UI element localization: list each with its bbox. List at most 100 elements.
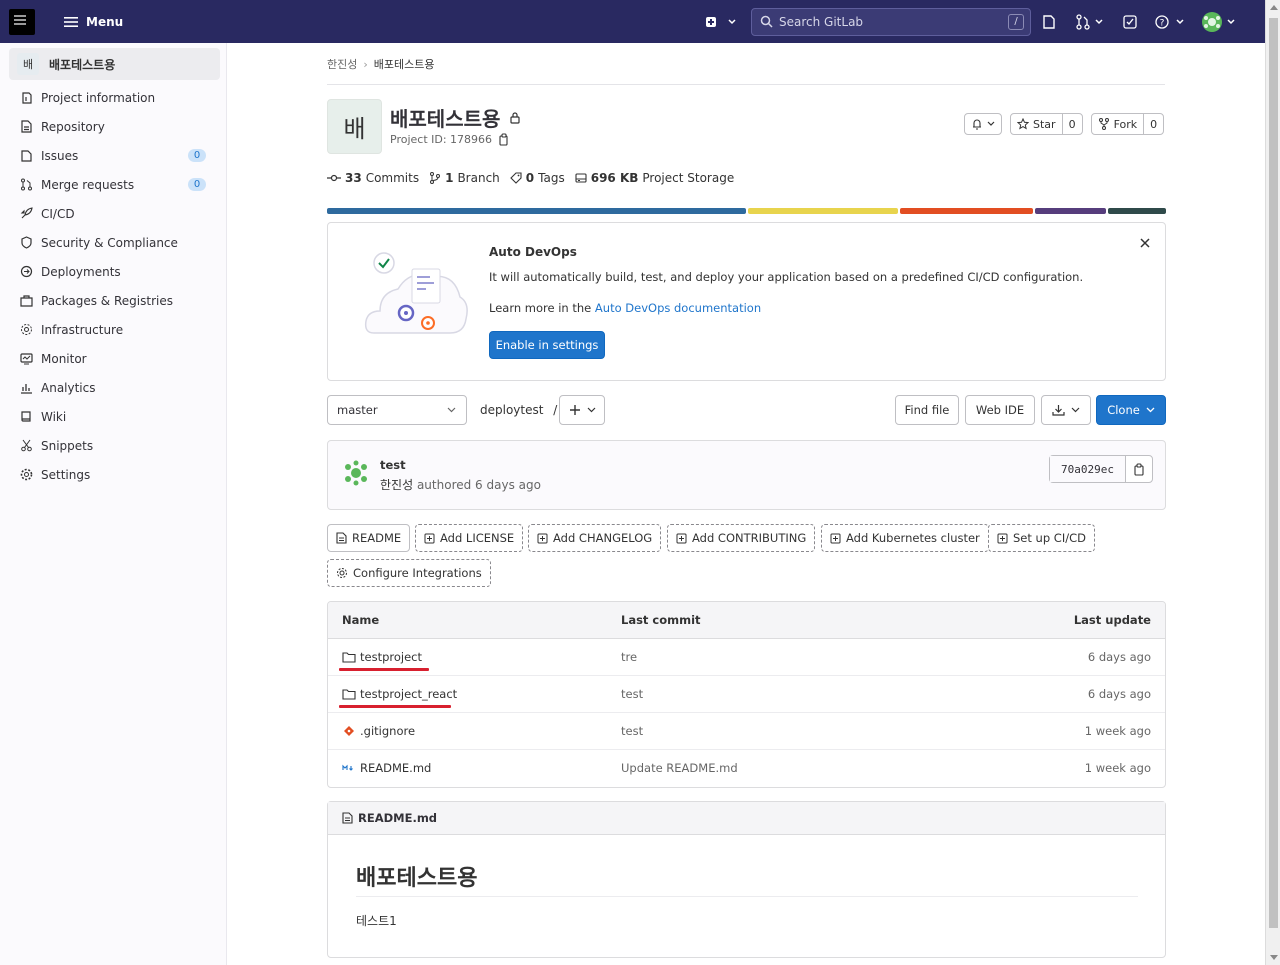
sidebar-item-analytics[interactable]: Analytics (0, 373, 226, 402)
add-changelog-button[interactable]: Add CHANGELOG (528, 524, 662, 552)
commit-sha[interactable]: 70a029ec (1050, 456, 1126, 482)
doc-icon (21, 120, 32, 133)
scroll-down-arrow[interactable] (1270, 955, 1278, 960)
avatar (1202, 11, 1222, 32)
user-menu-dropdown[interactable] (1201, 11, 1236, 33)
commits-count: 33 (345, 171, 362, 185)
repo-path-name[interactable]: deploytest (480, 403, 543, 417)
copy-icon[interactable] (498, 133, 510, 146)
language-segment-4[interactable] (1035, 208, 1106, 214)
sidebar-item-deployments[interactable]: Deployments (0, 257, 226, 286)
star-button[interactable]: Star 0 (1010, 113, 1083, 135)
language-segment-5[interactable] (1108, 208, 1166, 214)
tags-label: Tags (538, 171, 565, 185)
merge-requests-dropdown[interactable] (1075, 13, 1104, 30)
clone-label: Clone (1107, 403, 1140, 417)
sidebar-item-settings[interactable]: Settings (0, 460, 226, 489)
sidebar-item-merge-requests[interactable]: Merge requests 0 (0, 170, 226, 199)
commit-author[interactable]: 한진성 (380, 478, 413, 492)
add-contributing-button[interactable]: Add CONTRIBUTING (667, 524, 816, 552)
download-dropdown[interactable] (1041, 395, 1091, 425)
sidebar-item-wiki[interactable]: Wiki (0, 402, 226, 431)
sidebar-item-packages-registries[interactable]: Packages & Registries (0, 286, 226, 315)
table-row[interactable]: testproject tre 6 days ago (328, 639, 1165, 676)
branch-selector[interactable]: master (327, 395, 467, 425)
last-commit-cell[interactable]: tre (621, 650, 637, 664)
sidebar-item-project-information[interactable]: Project information (0, 83, 226, 112)
file-name-cell[interactable]: testproject_react (342, 687, 457, 701)
plus-square-icon (997, 533, 1008, 543)
issues-nav-button[interactable] (1041, 14, 1057, 30)
enable-in-settings-button[interactable]: Enable in settings (489, 331, 605, 359)
breadcrumb-current[interactable]: 배포테스트용 (374, 56, 435, 72)
devops-docs-link[interactable]: Auto DevOps documentation (595, 301, 761, 315)
notification-dropdown[interactable] (964, 113, 1002, 135)
breadcrumb-parent[interactable]: 한진성 (327, 56, 357, 72)
sidebar-project-header[interactable]: 배 배포테스트용 (9, 48, 220, 80)
file-name-cell[interactable]: README.md (342, 761, 431, 775)
todos-button[interactable] (1122, 14, 1138, 30)
star-count[interactable]: 0 (1061, 114, 1082, 134)
last-commit-cell[interactable]: test (621, 724, 643, 738)
scroll-up-arrow[interactable] (1270, 5, 1278, 10)
readme-filename[interactable]: README.md (358, 811, 437, 825)
language-segment-2[interactable] (748, 208, 898, 214)
add-kubernetes-button[interactable]: Add Kubernetes cluster (821, 524, 989, 552)
sidebar-item-label: Security & Compliance (41, 235, 178, 250)
scroll-thumb[interactable] (1269, 18, 1278, 928)
branch-stat[interactable]: 1 Branch (429, 171, 500, 185)
deploy-icon (20, 265, 33, 278)
sidebar-item-label: Analytics (41, 380, 96, 395)
chevron-down-icon (447, 407, 456, 413)
language-segment-3[interactable] (900, 208, 1033, 214)
last-update-cell: 6 days ago (1087, 650, 1151, 664)
file-name[interactable]: .gitignore (360, 724, 415, 738)
commit-message[interactable]: test (380, 458, 406, 472)
gitlab-logo[interactable] (0, 0, 44, 43)
last-commit-cell[interactable]: test (621, 687, 643, 701)
file-name-cell[interactable]: .gitignore (342, 724, 415, 738)
help-dropdown[interactable]: ? (1154, 14, 1185, 30)
language-segment-1[interactable] (327, 208, 746, 214)
web-ide-button[interactable]: Web IDE (965, 395, 1035, 425)
file-name[interactable]: README.md (360, 761, 431, 775)
search-input[interactable]: Search GitLab / (751, 7, 1031, 36)
file-name[interactable]: testproject_react (360, 687, 457, 701)
copy-sha-button[interactable] (1126, 456, 1152, 482)
commit-author-avatar[interactable] (342, 459, 370, 487)
add-to-tree-dropdown[interactable] (559, 395, 605, 425)
file-name[interactable]: testproject (360, 650, 422, 664)
last-commit-panel: test 한진성 authored 6 days ago 70a029ec (327, 440, 1166, 510)
file-name-cell[interactable]: testproject (342, 650, 422, 664)
tags-stat[interactable]: 0 Tags (510, 171, 565, 185)
fork-button[interactable]: Fork 0 (1090, 113, 1165, 135)
find-file-button[interactable]: Find file (895, 395, 959, 425)
readme-button[interactable]: README (327, 524, 411, 552)
sidebar-item-issues[interactable]: Issues 0 (0, 141, 226, 170)
menu-button[interactable]: Menu (64, 15, 123, 29)
page-scrollbar[interactable] (1265, 0, 1280, 965)
sidebar-item-snippets[interactable]: Snippets (0, 431, 226, 460)
table-row[interactable]: testproject_react test 6 days ago (328, 676, 1165, 713)
add-license-button[interactable]: Add LICENSE (415, 524, 524, 552)
table-row[interactable]: .gitignore test 1 week ago (328, 713, 1165, 750)
setup-cicd-button[interactable]: Set up CI/CD (988, 524, 1095, 552)
sidebar-item-ci-cd[interactable]: CI/CD (0, 199, 226, 228)
fork-count[interactable]: 0 (1143, 114, 1163, 134)
table-row[interactable]: README.md Update README.md 1 week ago (328, 750, 1165, 787)
sidebar-item-security-compliance[interactable]: Security & Compliance (0, 228, 226, 257)
sidebar-item-monitor[interactable]: Monitor (0, 344, 226, 373)
configure-integrations-button[interactable]: Configure Integrations (327, 559, 491, 587)
commits-stat[interactable]: 33 Commits (327, 171, 419, 185)
devops-learn-prefix: Learn more in the (489, 301, 595, 315)
clone-dropdown[interactable]: Clone (1096, 395, 1166, 425)
sidebar-item-infrastructure[interactable]: Infrastructure (0, 315, 226, 344)
lock-icon (510, 111, 521, 124)
close-icon[interactable] (1139, 237, 1151, 249)
language-bar[interactable] (327, 208, 1166, 214)
annotation-underline (339, 705, 451, 708)
last-commit-cell[interactable]: Update README.md (621, 761, 738, 775)
new-dropdown[interactable] (700, 14, 737, 30)
sidebar-item-repository[interactable]: Repository (0, 112, 226, 141)
sidebar-item-label: Packages & Registries (41, 293, 173, 308)
